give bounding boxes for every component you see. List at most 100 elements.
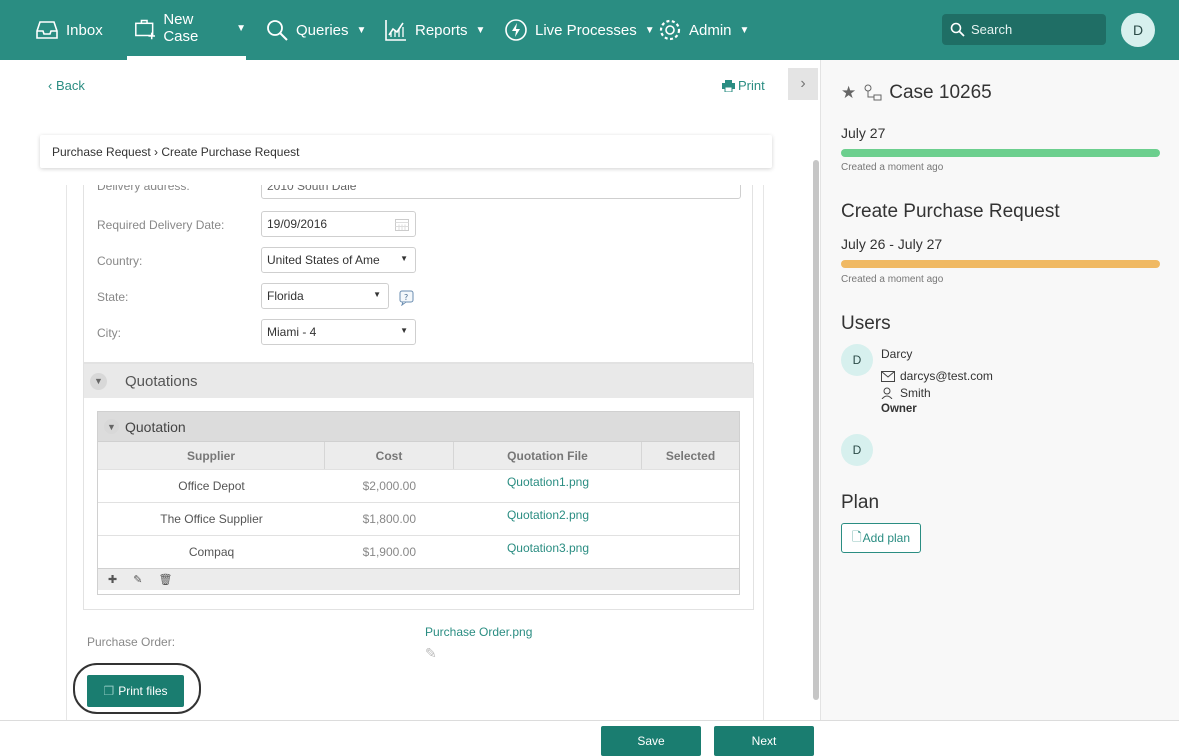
selected-cell[interactable] <box>642 536 739 568</box>
print-label: Print <box>738 78 765 93</box>
country-select[interactable]: United States of Ame ▼ <box>261 247 416 273</box>
process-icon <box>864 84 882 101</box>
col-quotation-file[interactable]: Quotation File <box>454 442 642 469</box>
gear-icon <box>659 19 681 41</box>
files-icon: ❐ <box>103 684 115 698</box>
delete-icon[interactable]: 🗑 <box>158 573 172 586</box>
activity-created-text: Created a moment ago <box>841 274 944 285</box>
cost-cell: $1,900.00 <box>362 545 416 559</box>
avatar[interactable]: D <box>841 344 873 376</box>
star-icon[interactable]: ★ <box>841 83 856 103</box>
activity-dates: July 26 - July 27 <box>841 236 943 252</box>
dropdown-arrow-icon: ▼ <box>400 326 408 335</box>
briefcase-plus-icon <box>135 19 155 40</box>
col-cost[interactable]: Cost <box>325 442 454 469</box>
quotation-grid: ▼ Quotation Supplier Cost Quotation File… <box>97 411 740 595</box>
state-select[interactable]: Florida ▼ <box>261 283 389 309</box>
chevron-down-icon[interactable]: ▼ <box>104 419 119 434</box>
supplier-cell: The Office Supplier <box>160 512 263 526</box>
file-edit-icon[interactable]: ✎ <box>425 645 437 662</box>
nav-admin-label: Admin <box>689 21 732 39</box>
user-lastname: Smith <box>900 386 931 400</box>
user-email: darcys@test.com <box>900 369 993 383</box>
breadcrumb: Purchase Request › Create Purchase Reque… <box>40 135 772 168</box>
delivery-date-field[interactable]: 19/09/2016 <box>261 211 416 237</box>
selected-cell[interactable] <box>642 470 739 502</box>
search-icon <box>267 20 288 41</box>
dropdown-arrow-icon: ▼ <box>373 290 381 299</box>
help-icon[interactable]: ? <box>399 290 415 306</box>
nav-queries-label: Queries <box>296 21 349 39</box>
file-link[interactable]: Quotation3.png <box>454 536 642 568</box>
person-icon <box>881 387 893 399</box>
footer-bar: Save Next <box>0 720 1179 756</box>
print-files-button[interactable]: ❐ Print files <box>87 675 184 707</box>
print-files-label: Print files <box>118 684 168 698</box>
case-side-panel: ★ Case 10265 July 27 Created a moment ag… <box>820 60 1179 720</box>
address-label: Delivery address: <box>97 185 190 193</box>
table-row[interactable]: The Office Supplier $1,800.00 Quotation2… <box>98 502 739 535</box>
scrollbar[interactable] <box>813 160 819 700</box>
inbox-icon <box>36 21 58 39</box>
city-select[interactable]: Miami - 4 ▼ <box>261 319 416 345</box>
add-plan-button[interactable]: 🗋 Add plan <box>841 523 921 553</box>
grid-header: Supplier Cost Quotation File Selected <box>98 441 739 469</box>
supplier-cell: Compaq <box>188 545 235 559</box>
user-avatar[interactable]: D <box>1121 13 1155 47</box>
nav-live-processes[interactable]: Live Processes ▼ <box>503 0 655 60</box>
top-navigation-bar: Inbox New Case ▼ Queries ▼ Reports ▼ Liv… <box>0 0 1179 60</box>
bolt-icon <box>505 19 527 41</box>
next-button[interactable]: Next <box>714 726 814 756</box>
case-date: July 27 <box>841 125 886 141</box>
col-selected[interactable]: Selected <box>642 442 739 469</box>
quotation-grid-title[interactable]: ▼ Quotation <box>98 412 739 441</box>
user-role: Owner <box>881 403 917 415</box>
address-section: Delivery address: 2010 South Dale Requir… <box>83 185 753 363</box>
chevron-down-icon[interactable]: ▼ <box>90 372 107 390</box>
caret-down-icon: ▼ <box>475 24 486 36</box>
selected-cell[interactable] <box>642 503 739 535</box>
nav-new-case[interactable]: New Case ▼ <box>127 0 246 60</box>
quotations-header[interactable]: ▼ Quotations <box>84 364 753 398</box>
col-supplier[interactable]: Supplier <box>98 442 325 469</box>
avatar[interactable]: D <box>841 434 873 466</box>
users-title: Users <box>841 313 891 334</box>
printer-icon <box>722 79 735 92</box>
print-link[interactable]: Print <box>722 78 765 93</box>
nav-queries[interactable]: Queries ▼ <box>264 0 366 60</box>
add-plan-label: Add plan <box>862 531 911 545</box>
edit-icon[interactable]: ✎ <box>133 573 142 586</box>
save-button[interactable]: Save <box>601 726 701 756</box>
nav-reports-label: Reports <box>415 21 468 39</box>
table-row[interactable]: Office Depot $2,000.00 Quotation1.png <box>98 469 739 502</box>
caret-down-icon: ▼ <box>739 24 750 36</box>
plan-title: Plan <box>841 492 880 513</box>
quotation-title: Quotation <box>125 418 186 435</box>
add-icon[interactable]: ✚ <box>108 573 117 586</box>
search-box[interactable] <box>942 14 1106 45</box>
caret-down-icon: ▼ <box>236 22 246 34</box>
activity-title: Create Purchase Request <box>841 201 1060 222</box>
file-link[interactable]: Quotation1.png <box>454 470 642 502</box>
search-input[interactable] <box>971 22 1091 37</box>
calendar-icon[interactable] <box>395 218 409 231</box>
nav-reports[interactable]: Reports ▼ <box>383 0 485 60</box>
file-link[interactable]: Quotation2.png <box>454 503 642 535</box>
purchase-order-label: Purchase Order: <box>87 635 176 649</box>
purchase-order-file-link[interactable]: Purchase Order.png <box>425 625 532 639</box>
caret-down-icon: ▼ <box>644 24 655 36</box>
table-row[interactable]: Compaq $1,900.00 Quotation3.png <box>98 535 739 568</box>
user-name: Darcy <box>881 347 913 361</box>
supplier-cell: Office Depot <box>178 479 245 493</box>
country-value: United States of Ame <box>267 253 380 267</box>
chevron-right-icon: › <box>800 75 806 92</box>
nav-inbox[interactable]: Inbox <box>34 0 103 60</box>
nav-admin[interactable]: Admin ▼ <box>657 0 749 60</box>
collapse-panel-button[interactable]: › <box>788 68 818 100</box>
chart-icon <box>385 20 406 41</box>
mail-icon <box>881 370 895 382</box>
address-field[interactable]: 2010 South Dale <box>261 185 741 199</box>
grid-toolbar: ✚ ✎ 🗑 <box>98 568 739 590</box>
city-value: Miami - 4 <box>267 325 317 339</box>
back-link[interactable]: ‹ Back <box>48 78 85 93</box>
